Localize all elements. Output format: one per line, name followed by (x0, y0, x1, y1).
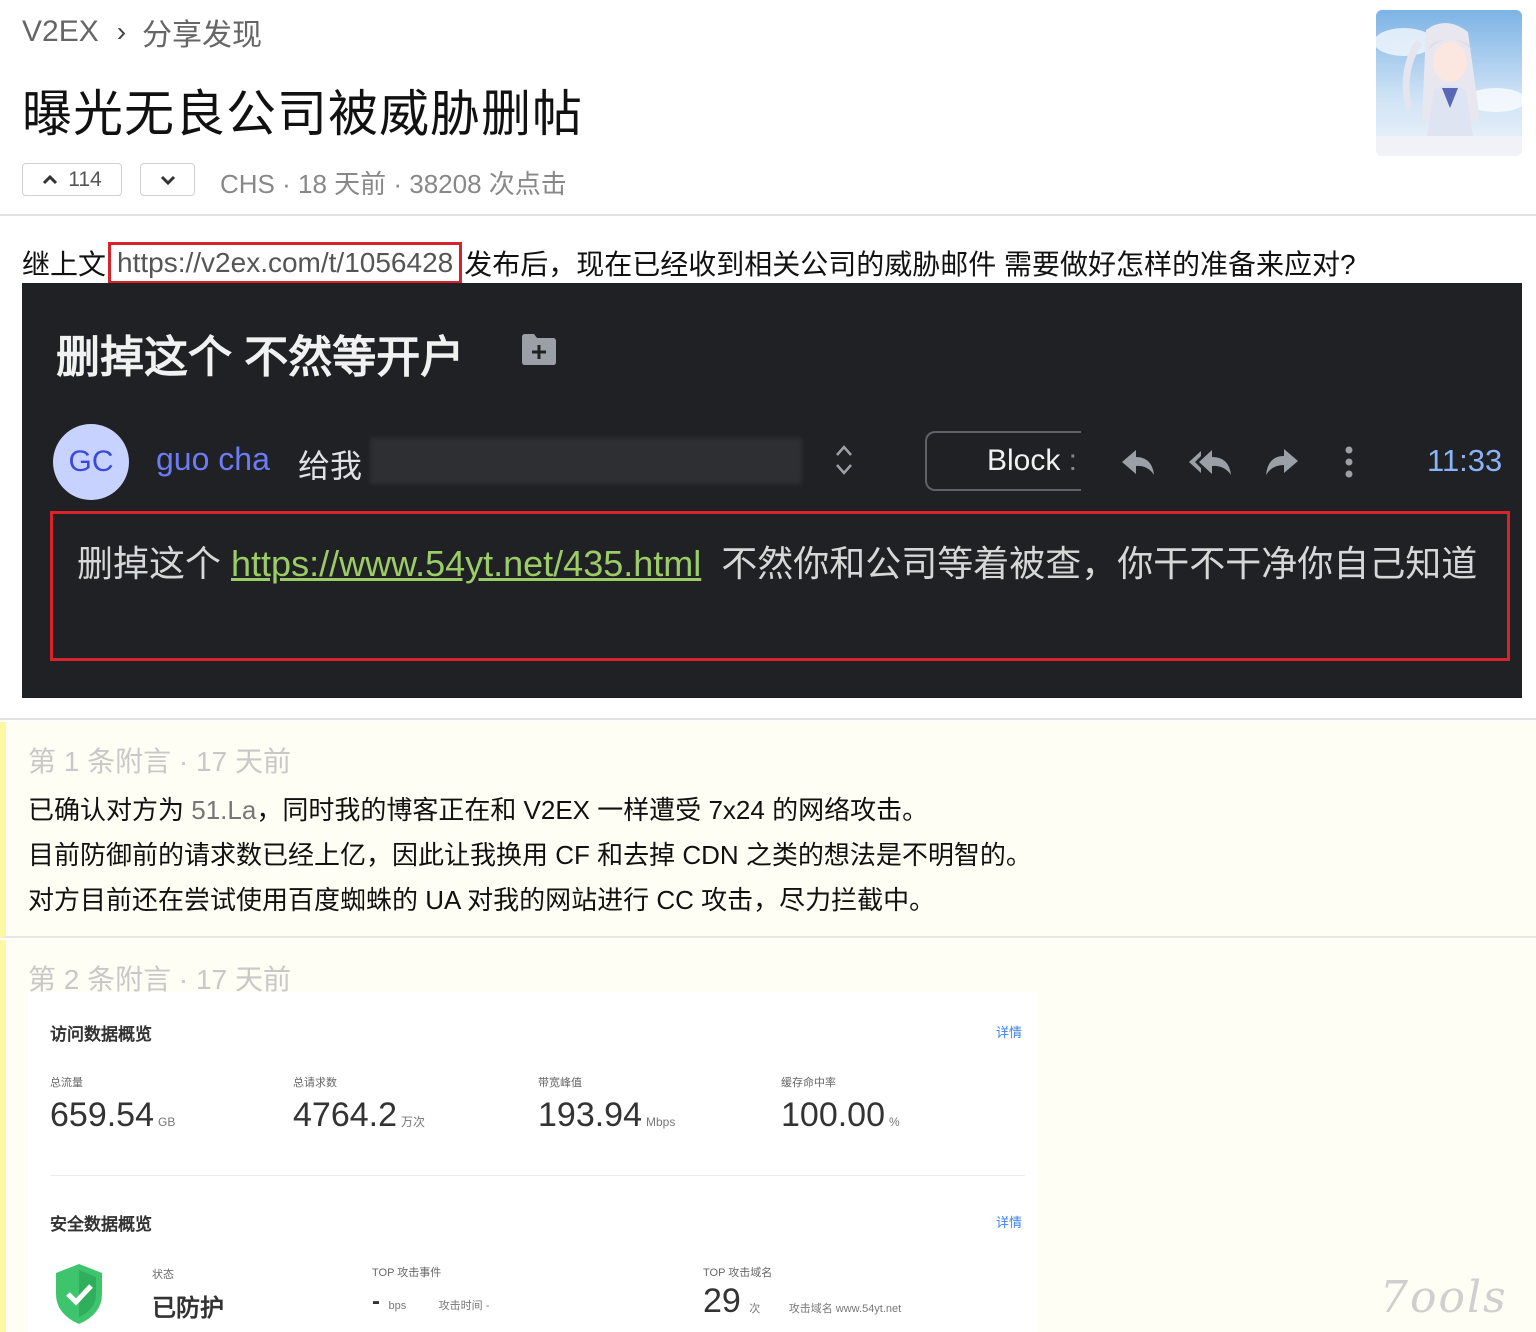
block-sender-button[interactable]: Block : (925, 431, 1081, 491)
appendix-text: ，同时我的博客正在和 V2EX 一样遭受 7x24 的网络攻击。 (256, 795, 929, 825)
stat-value: 4764.2 (293, 1096, 397, 1134)
topic-meta: CHS · 18 天前 · 38208 次点击 (220, 169, 567, 199)
appendix-highlight: 51.La (191, 795, 257, 825)
reply-all-icon[interactable] (1187, 445, 1233, 479)
stat-label: 总请求数 (293, 1077, 337, 1089)
appendix-text: 已确认对方为 (28, 795, 192, 825)
stat-total-requests: 总请求数 4764.2 万次 (293, 1074, 425, 1135)
stat-unit: GB (158, 1115, 176, 1129)
upvote-button[interactable]: 114 (22, 163, 122, 196)
top-event-unit: bps (388, 1300, 407, 1312)
watermark-logo: 7ools (1380, 1272, 1508, 1323)
stat-unit: % (889, 1115, 900, 1129)
breadcrumb-node-link[interactable]: 分享发现 (142, 10, 262, 54)
topic-header: V2EX › 分享发现 曝光无良公司被威胁删帖 114 CHS · 18 天前 … (0, 0, 1536, 216)
access-detail-link[interactable]: 详情 (996, 1022, 1022, 1041)
shield-check-icon (56, 1264, 102, 1324)
chevron-up-icon (43, 174, 58, 184)
stat-total-traffic: 总流量 659.54 GB (50, 1074, 175, 1135)
appendix-header: 第 1 条附言 · 17 天前 (28, 746, 291, 777)
email-message: 删掉这个 https://www.54yt.net/435.html 不然你和公… (50, 511, 1510, 661)
top-domain-value: 29 (703, 1282, 741, 1320)
email-screenshot: 删掉这个 不然等开户 GC guo cha 给我 Block : 11:33 删… (22, 283, 1522, 698)
email-message-link[interactable]: https://www.54yt.net/435.html (231, 543, 701, 584)
email-message-after: 不然你和公司等着被查，你干不干净你自己知道 (701, 543, 1478, 584)
status-value: 已防护 (152, 1295, 224, 1322)
email-time: 11:33 (1427, 443, 1503, 478)
stat-label: 缓存命中率 (781, 1077, 836, 1089)
stat-label: 总流量 (50, 1077, 83, 1089)
topic-title: 曝光无良公司被威胁删帖 (22, 86, 583, 142)
more-vertical-icon[interactable] (1334, 445, 1364, 479)
appendix-2: 第 2 条附言 · 17 天前 访问数据概览 详情 总流量 659.54 GB 总… (0, 940, 1536, 1332)
upvote-count: 114 (68, 167, 102, 191)
folder-add-icon (522, 334, 556, 365)
forward-icon[interactable] (1262, 445, 1302, 479)
divider (50, 1175, 1025, 1176)
top-attack-domain: TOP 攻击域名 29 次 攻击域名 www.54yt.net (703, 1264, 901, 1321)
email-message-before: 删掉这个 (77, 543, 232, 584)
appendix-1: 第 1 条附言 · 17 天前 已确认对方为 51.La，同时我的博客正在和 V… (0, 722, 1536, 938)
breadcrumb: V2EX › 分享发现 (22, 10, 262, 54)
recipient-label: 给我 (298, 448, 363, 484)
top-attack-event: TOP 攻击事件 - bps 攻击时间 - (372, 1264, 489, 1316)
chevron-updown-icon[interactable] (834, 443, 854, 477)
top-domain-name: 攻击域名 www.54yt.net (788, 1303, 902, 1315)
top-event-value: - (372, 1288, 380, 1315)
appendix-body: 已确认对方为 51.La，同时我的博客正在和 V2EX 一样遭受 7x24 的网… (28, 788, 1032, 923)
stat-value: 659.54 (50, 1096, 154, 1134)
anime-avatar-image (1376, 10, 1522, 156)
protection-status: 状态 已防护 (152, 1266, 224, 1323)
stat-label: 带宽峰值 (538, 1077, 582, 1089)
status-label: 状态 (152, 1269, 174, 1281)
intro-text-after: 发布后，现在已经收到相关公司的威胁邮件 需要做好怎样的准备来应对? (464, 249, 1356, 280)
sender-avatar: GC (53, 424, 129, 500)
top-event-time: 攻击时间 - (438, 1300, 490, 1312)
cdn-dashboard-screenshot: 访问数据概览 详情 总流量 659.54 GB 总请求数 4764.2 万次 带宽峰… (28, 992, 1038, 1332)
stat-cache-hit-rate: 缓存命中率 100.00% (781, 1074, 900, 1135)
stat-unit: 万次 (401, 1115, 426, 1129)
breadcrumb-site-link[interactable]: V2EX (22, 15, 99, 49)
top-event-label: TOP 攻击事件 (372, 1267, 442, 1279)
access-overview-title: 访问数据概览 (50, 1025, 152, 1044)
redacted-recipient (370, 438, 802, 484)
reply-icon[interactable] (1118, 445, 1158, 479)
sender-name[interactable]: guo cha (156, 441, 270, 478)
post-intro: 继上文 https://v2ex.com/t/1056428 发布后，现在已经收… (22, 242, 1356, 284)
author-avatar[interactable] (1376, 10, 1522, 156)
top-domain-label: TOP 攻击域名 (703, 1267, 773, 1279)
intro-text-before: 继上文 (22, 249, 107, 280)
security-detail-link[interactable]: 详情 (996, 1212, 1022, 1231)
downvote-button[interactable] (140, 163, 195, 196)
stat-unit: Mbps (646, 1115, 676, 1129)
email-subject: 删掉这个 不然等开户 (56, 333, 465, 382)
stat-value: 193.94 (538, 1096, 642, 1134)
topic-content: 继上文 https://v2ex.com/t/1056428 发布后，现在已经收… (0, 218, 1536, 720)
top-domain-unit: 次 (749, 1303, 761, 1315)
breadcrumb-separator: › (116, 16, 127, 47)
appendix-line: 目前防御前的请求数已经上亿，因此让我换用 CF 和去掉 CDN 之类的想法是不明… (28, 840, 1032, 870)
stat-bandwidth-peak: 带宽峰值 193.94 Mbps (538, 1074, 675, 1135)
block-button-label: Block (986, 444, 1061, 477)
appendix-line: 已确认对方为 51.La，同时我的博客正在和 V2EX 一样遭受 7x24 的网… (28, 788, 1032, 833)
appendix-line: 对方目前还在尝试使用百度蜘蛛的 UA 对我的网站进行 CC 攻击，尽力拦截中。 (28, 885, 936, 915)
chevron-down-icon (160, 175, 175, 185)
security-overview-title: 安全数据概览 (50, 1215, 152, 1234)
previous-topic-link[interactable]: https://v2ex.com/t/1056428 (108, 242, 463, 284)
stat-value: 100.00 (781, 1096, 885, 1134)
